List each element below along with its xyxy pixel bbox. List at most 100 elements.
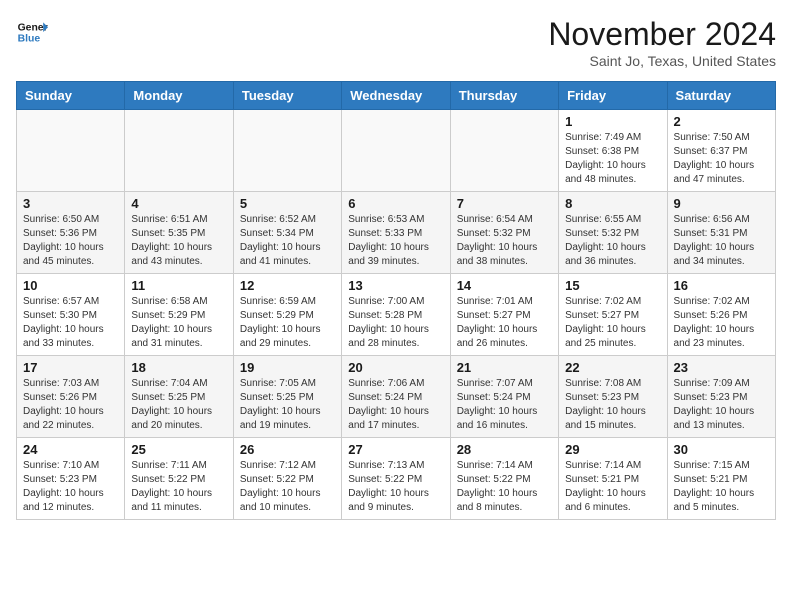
calendar-cell (342, 110, 450, 192)
title-area: November 2024 Saint Jo, Texas, United St… (548, 16, 776, 69)
calendar-cell: 14 Sunrise: 7:01 AM Sunset: 5:27 PM Dayli… (450, 274, 558, 356)
calendar-header: SundayMondayTuesdayWednesdayThursdayFrid… (17, 82, 776, 110)
day-number: 13 (348, 278, 443, 293)
day-info: Sunrise: 6:55 AM Sunset: 5:32 PM Dayligh… (565, 213, 660, 269)
weekday-friday: Friday (559, 82, 667, 110)
day-info: Sunrise: 7:50 AM Sunset: 6:37 PM Dayligh… (674, 131, 769, 187)
day-number: 14 (457, 278, 552, 293)
day-info: Sunrise: 7:04 AM Sunset: 5:25 PM Dayligh… (131, 377, 226, 433)
calendar-cell (233, 110, 341, 192)
calendar-body: 1 Sunrise: 7:49 AM Sunset: 6:38 PM Daylig… (17, 110, 776, 520)
day-info: Sunrise: 7:15 AM Sunset: 5:21 PM Dayligh… (674, 459, 769, 515)
logo-icon: General Blue (16, 16, 48, 48)
day-info: Sunrise: 6:58 AM Sunset: 5:29 PM Dayligh… (131, 295, 226, 351)
calendar-cell: 17 Sunrise: 7:03 AM Sunset: 5:26 PM Dayli… (17, 356, 125, 438)
calendar-cell: 24 Sunrise: 7:10 AM Sunset: 5:23 PM Dayli… (17, 438, 125, 520)
day-number: 8 (565, 196, 660, 211)
day-number: 16 (674, 278, 769, 293)
calendar-cell: 15 Sunrise: 7:02 AM Sunset: 5:27 PM Dayli… (559, 274, 667, 356)
month-title: November 2024 (548, 16, 776, 53)
day-info: Sunrise: 6:57 AM Sunset: 5:30 PM Dayligh… (23, 295, 118, 351)
calendar-cell: 19 Sunrise: 7:05 AM Sunset: 5:25 PM Dayli… (233, 356, 341, 438)
calendar-cell: 2Sunrise: 7:50 AM Sunset: 6:37 PM Daylig… (667, 110, 775, 192)
day-info: Sunrise: 6:56 AM Sunset: 5:31 PM Dayligh… (674, 213, 769, 269)
day-number: 10 (23, 278, 118, 293)
day-number: 4 (131, 196, 226, 211)
weekday-saturday: Saturday (667, 82, 775, 110)
day-info: Sunrise: 7:02 AM Sunset: 5:27 PM Dayligh… (565, 295, 660, 351)
calendar-cell: 25 Sunrise: 7:11 AM Sunset: 5:22 PM Dayli… (125, 438, 233, 520)
day-info: Sunrise: 7:05 AM Sunset: 5:25 PM Dayligh… (240, 377, 335, 433)
day-number: 23 (674, 360, 769, 375)
calendar-cell: 11Sunrise: 6:58 AM Sunset: 5:29 PM Dayli… (125, 274, 233, 356)
calendar-cell (125, 110, 233, 192)
day-info: Sunrise: 7:00 AM Sunset: 5:28 PM Dayligh… (348, 295, 443, 351)
calendar-cell: 29 Sunrise: 7:14 AM Sunset: 5:21 PM Dayli… (559, 438, 667, 520)
day-number: 17 (23, 360, 118, 375)
day-number: 7 (457, 196, 552, 211)
day-number: 22 (565, 360, 660, 375)
calendar-cell: 23Sunrise: 7:09 AM Sunset: 5:23 PM Dayli… (667, 356, 775, 438)
calendar-week-2: 10 Sunrise: 6:57 AM Sunset: 5:30 PM Dayli… (17, 274, 776, 356)
day-number: 24 (23, 442, 118, 457)
calendar-cell: 7 Sunrise: 6:54 AM Sunset: 5:32 PM Daylig… (450, 192, 558, 274)
day-number: 19 (240, 360, 335, 375)
calendar-cell: 26Sunrise: 7:12 AM Sunset: 5:22 PM Dayli… (233, 438, 341, 520)
page-header: General Blue General Blue November 2024 … (16, 16, 776, 69)
calendar-cell: 9Sunrise: 6:56 AM Sunset: 5:31 PM Daylig… (667, 192, 775, 274)
calendar-cell: 20 Sunrise: 7:06 AM Sunset: 5:24 PM Dayli… (342, 356, 450, 438)
day-info: Sunrise: 7:10 AM Sunset: 5:23 PM Dayligh… (23, 459, 118, 515)
calendar-cell: 8 Sunrise: 6:55 AM Sunset: 5:32 PM Daylig… (559, 192, 667, 274)
day-number: 20 (348, 360, 443, 375)
day-number: 27 (348, 442, 443, 457)
calendar-cell: 30 Sunrise: 7:15 AM Sunset: 5:21 PM Dayli… (667, 438, 775, 520)
calendar-week-3: 17 Sunrise: 7:03 AM Sunset: 5:26 PM Dayli… (17, 356, 776, 438)
day-info: Sunrise: 7:13 AM Sunset: 5:22 PM Dayligh… (348, 459, 443, 515)
calendar-cell: 10 Sunrise: 6:57 AM Sunset: 5:30 PM Dayli… (17, 274, 125, 356)
calendar-cell: 12Sunrise: 6:59 AM Sunset: 5:29 PM Dayli… (233, 274, 341, 356)
day-info: Sunrise: 7:06 AM Sunset: 5:24 PM Dayligh… (348, 377, 443, 433)
day-info: Sunrise: 6:54 AM Sunset: 5:32 PM Dayligh… (457, 213, 552, 269)
day-info: Sunrise: 7:14 AM Sunset: 5:21 PM Dayligh… (565, 459, 660, 515)
calendar-week-1: 3Sunrise: 6:50 AM Sunset: 5:36 PM Daylig… (17, 192, 776, 274)
day-number: 30 (674, 442, 769, 457)
day-info: Sunrise: 6:53 AM Sunset: 5:33 PM Dayligh… (348, 213, 443, 269)
day-info: Sunrise: 7:03 AM Sunset: 5:26 PM Dayligh… (23, 377, 118, 433)
day-number: 29 (565, 442, 660, 457)
day-number: 18 (131, 360, 226, 375)
calendar-cell: 28 Sunrise: 7:14 AM Sunset: 5:22 PM Dayli… (450, 438, 558, 520)
svg-text:Blue: Blue (18, 34, 41, 45)
day-info: Sunrise: 7:08 AM Sunset: 5:23 PM Dayligh… (565, 377, 660, 433)
weekday-wednesday: Wednesday (342, 82, 450, 110)
weekday-monday: Monday (125, 82, 233, 110)
calendar: SundayMondayTuesdayWednesdayThursdayFrid… (16, 81, 776, 520)
day-info: Sunrise: 7:01 AM Sunset: 5:27 PM Dayligh… (457, 295, 552, 351)
day-number: 28 (457, 442, 552, 457)
day-number: 1 (565, 114, 660, 129)
weekday-sunday: Sunday (17, 82, 125, 110)
calendar-cell: 1 Sunrise: 7:49 AM Sunset: 6:38 PM Daylig… (559, 110, 667, 192)
calendar-cell: 6 Sunrise: 6:53 AM Sunset: 5:33 PM Daylig… (342, 192, 450, 274)
location: Saint Jo, Texas, United States (548, 53, 776, 69)
day-number: 6 (348, 196, 443, 211)
calendar-cell: 27 Sunrise: 7:13 AM Sunset: 5:22 PM Dayli… (342, 438, 450, 520)
calendar-cell: 18 Sunrise: 7:04 AM Sunset: 5:25 PM Dayli… (125, 356, 233, 438)
logo: General Blue General Blue (16, 16, 48, 48)
day-info: Sunrise: 7:11 AM Sunset: 5:22 PM Dayligh… (131, 459, 226, 515)
day-number: 26 (240, 442, 335, 457)
day-info: Sunrise: 6:50 AM Sunset: 5:36 PM Dayligh… (23, 213, 118, 269)
calendar-cell: 4Sunrise: 6:51 AM Sunset: 5:35 PM Daylig… (125, 192, 233, 274)
calendar-week-0: 1 Sunrise: 7:49 AM Sunset: 6:38 PM Daylig… (17, 110, 776, 192)
calendar-cell: 5Sunrise: 6:52 AM Sunset: 5:34 PM Daylig… (233, 192, 341, 274)
day-info: Sunrise: 7:49 AM Sunset: 6:38 PM Dayligh… (565, 131, 660, 187)
calendar-cell: 21Sunrise: 7:07 AM Sunset: 5:24 PM Dayli… (450, 356, 558, 438)
weekday-header-row: SundayMondayTuesdayWednesdayThursdayFrid… (17, 82, 776, 110)
day-number: 25 (131, 442, 226, 457)
weekday-tuesday: Tuesday (233, 82, 341, 110)
day-number: 12 (240, 278, 335, 293)
day-info: Sunrise: 7:07 AM Sunset: 5:24 PM Dayligh… (457, 377, 552, 433)
day-info: Sunrise: 7:14 AM Sunset: 5:22 PM Dayligh… (457, 459, 552, 515)
day-number: 15 (565, 278, 660, 293)
calendar-cell: 13 Sunrise: 7:00 AM Sunset: 5:28 PM Dayli… (342, 274, 450, 356)
calendar-week-4: 24 Sunrise: 7:10 AM Sunset: 5:23 PM Dayli… (17, 438, 776, 520)
